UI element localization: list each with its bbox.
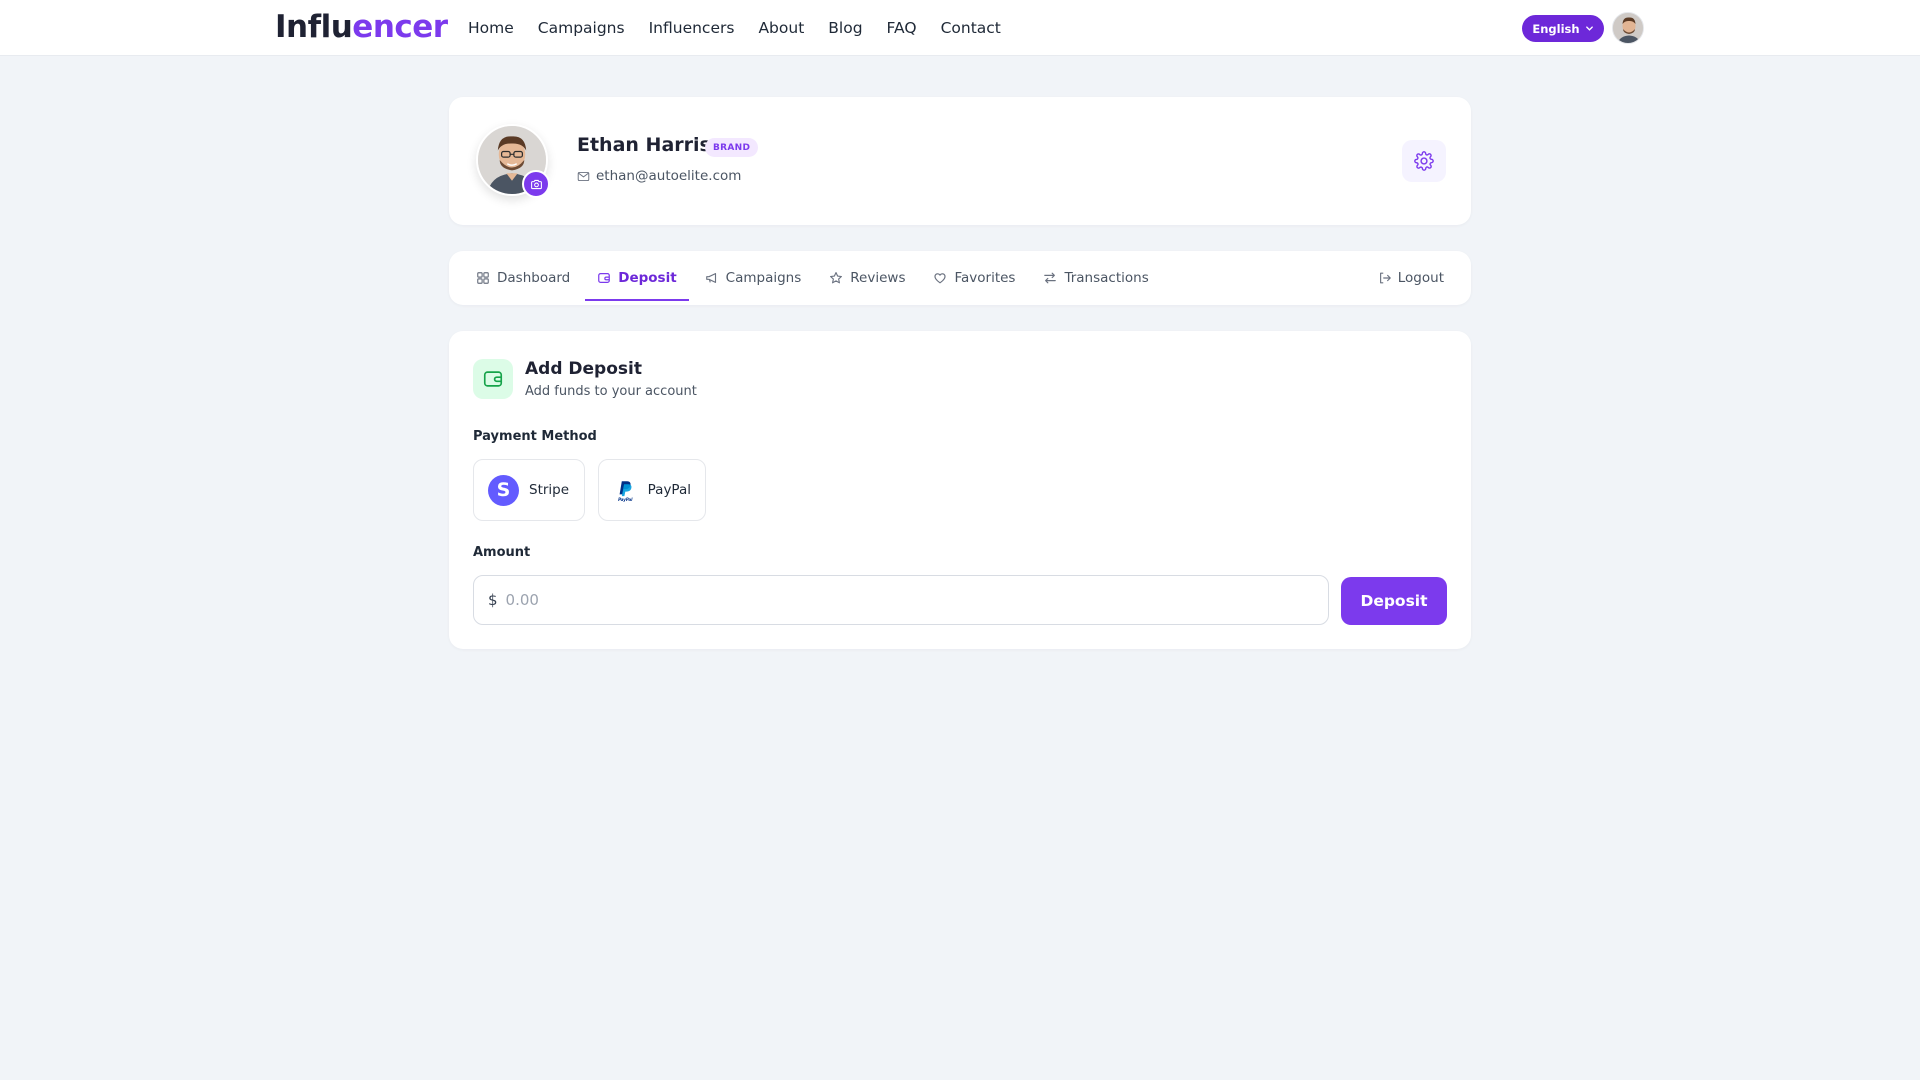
tab-deposit-label: Deposit xyxy=(618,270,677,286)
paypal-icon: PayPal xyxy=(618,481,633,502)
profile-avatar-wrap xyxy=(476,124,550,198)
arrows-icon xyxy=(1044,272,1057,284)
payment-method-stripe[interactable]: S Stripe xyxy=(473,459,585,521)
payment-method-paypal[interactable]: PayPal PayPal xyxy=(598,459,706,521)
language-selector[interactable]: English xyxy=(1522,15,1604,42)
profile-card: Ethan Harris BRAND ethan@autoelite.com xyxy=(449,97,1471,225)
tab-transactions-label: Transactions xyxy=(1064,270,1149,286)
deposit-subtitle: Add funds to your account xyxy=(525,384,697,399)
tab-reviews[interactable]: Reviews xyxy=(813,251,917,305)
logout-label: Logout xyxy=(1397,270,1444,286)
mail-icon xyxy=(577,171,590,181)
top-navbar: Influencer Home Campaigns Influencers Ab… xyxy=(0,0,1920,56)
profile-email-text: ethan@autoelite.com xyxy=(596,168,742,184)
nav-link-home[interactable]: Home xyxy=(468,19,514,37)
avatar-image xyxy=(1613,13,1643,43)
profile-email: ethan@autoelite.com xyxy=(577,168,741,184)
language-label: English xyxy=(1532,21,1580,36)
heart-icon xyxy=(934,273,947,284)
chevron-down-icon xyxy=(1585,26,1593,31)
star-icon xyxy=(830,272,843,284)
nav-link-blog[interactable]: Blog xyxy=(828,19,862,37)
tab-deposit[interactable]: Deposit xyxy=(585,251,690,305)
add-deposit-card: Add Deposit Add funds to your account Pa… xyxy=(449,331,1471,649)
user-avatar[interactable] xyxy=(1612,12,1644,44)
amount-field-wrapper: $ xyxy=(473,575,1329,625)
account-tabs-card: Dashboard Deposit Campaigns Reviews Favo… xyxy=(449,251,1471,305)
payment-method-label: Payment Method xyxy=(473,429,597,444)
gear-icon xyxy=(1414,151,1434,171)
profile-name: Ethan Harris xyxy=(577,134,711,156)
deposit-button[interactable]: Deposit xyxy=(1341,577,1447,625)
svg-text:PayPal: PayPal xyxy=(618,497,633,502)
tab-dashboard-label: Dashboard xyxy=(497,270,571,286)
tab-favorites-label: Favorites xyxy=(954,270,1016,286)
site-logo[interactable]: Influencer xyxy=(275,9,448,45)
change-photo-button[interactable] xyxy=(522,170,550,198)
tab-favorites[interactable]: Favorites xyxy=(917,251,1027,305)
stripe-icon: S xyxy=(488,474,519,506)
currency-symbol: $ xyxy=(488,591,498,609)
tab-campaigns-label: Campaigns xyxy=(725,270,802,286)
logout-button[interactable]: Logout xyxy=(1378,251,1444,305)
nav-link-about[interactable]: About xyxy=(758,19,804,37)
nav-link-faq[interactable]: FAQ xyxy=(887,19,917,37)
nav-link-campaigns[interactable]: Campaigns xyxy=(538,19,625,37)
amount-label: Amount xyxy=(473,545,531,560)
nav-link-influencers[interactable]: Influencers xyxy=(649,19,735,37)
settings-button[interactable] xyxy=(1402,140,1446,182)
wallet-icon xyxy=(483,371,503,387)
deposit-title: Add Deposit xyxy=(525,359,642,379)
main-nav: Home Campaigns Influencers About Blog FA… xyxy=(468,0,1001,56)
logo-text-accent: encer xyxy=(352,9,448,45)
logout-icon xyxy=(1379,272,1391,284)
logo-text-prefix: Influ xyxy=(275,9,353,45)
stripe-label: Stripe xyxy=(529,482,570,498)
tab-dashboard[interactable]: Dashboard xyxy=(464,251,585,305)
role-badge: BRAND xyxy=(705,138,759,157)
nav-link-contact[interactable]: Contact xyxy=(941,19,1001,37)
amount-input[interactable] xyxy=(505,591,1286,609)
deposit-icon-badge xyxy=(473,359,513,399)
grid-icon xyxy=(477,272,489,284)
paypal-label: PayPal xyxy=(647,482,691,498)
tab-campaigns[interactable]: Campaigns xyxy=(689,251,814,305)
megaphone-icon xyxy=(705,273,716,283)
camera-icon xyxy=(530,179,542,189)
wallet-icon xyxy=(598,273,611,283)
account-tabs: Dashboard Deposit Campaigns Reviews Favo… xyxy=(449,251,1161,305)
tab-transactions[interactable]: Transactions xyxy=(1027,251,1160,305)
tab-reviews-label: Reviews xyxy=(850,270,906,286)
